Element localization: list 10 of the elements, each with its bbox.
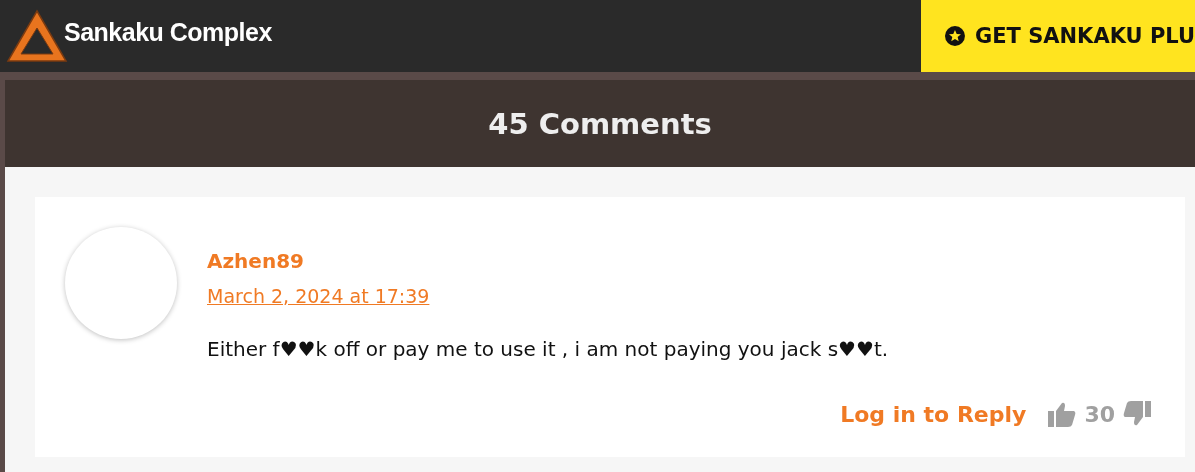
thumbs-down-icon[interactable] bbox=[1123, 401, 1151, 427]
logo-text[interactable]: Sankaku Complex bbox=[64, 17, 272, 47]
vote-count: 30 bbox=[1084, 401, 1115, 427]
comment-date-link[interactable]: March 2, 2024 at 17:39 bbox=[207, 285, 430, 307]
reply-link[interactable]: Log in to Reply bbox=[840, 401, 1027, 427]
comments-title: 45 Comments bbox=[488, 106, 712, 141]
thumbs-up-icon[interactable] bbox=[1048, 401, 1077, 427]
get-plus-button[interactable]: GET SANKAKU PLU bbox=[921, 0, 1195, 72]
comment-text: Either f♥♥k off or pay me to use it , i am not paying you jack s♥♥t. bbox=[207, 337, 890, 361]
comment-author[interactable]: Azhen89 bbox=[207, 249, 304, 273]
